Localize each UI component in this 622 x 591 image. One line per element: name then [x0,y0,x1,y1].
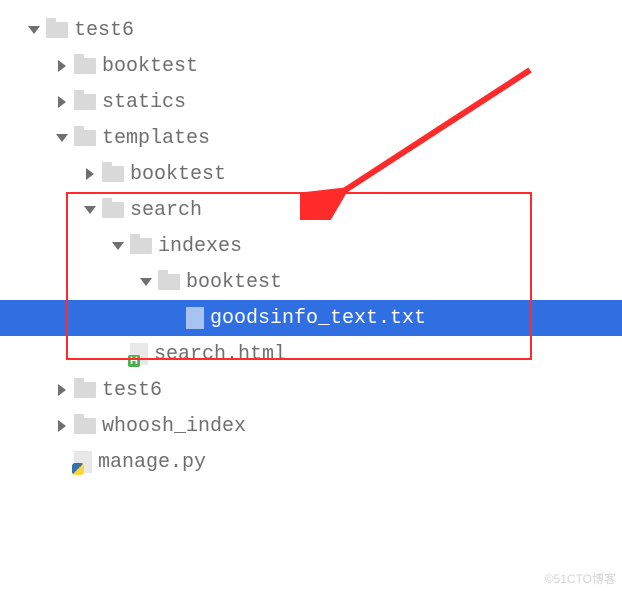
text-file-icon [186,307,204,329]
chevron-right-icon[interactable] [58,420,66,432]
file-label: manage.py [98,451,206,474]
chevron-down-icon[interactable] [140,278,152,286]
folder-label: booktest [130,163,226,186]
chevron-down-icon[interactable] [28,26,40,34]
folder-label: booktest [186,271,282,294]
folder-icon [74,58,96,74]
file-label: search.html [154,343,286,366]
folder-icon [74,418,96,434]
file-tree: test6 booktest statics templates booktes… [0,0,622,480]
chevron-down-icon[interactable] [84,206,96,214]
tree-row[interactable]: booktest [0,156,622,192]
chevron-right-icon[interactable] [58,96,66,108]
folder-label: whoosh_index [102,415,246,438]
python-file-icon [74,451,92,473]
tree-row[interactable]: test6 [0,12,622,48]
folder-label: templates [102,127,210,150]
chevron-down-icon[interactable] [112,242,124,250]
chevron-down-icon[interactable] [56,134,68,142]
tree-row[interactable]: statics [0,84,622,120]
folder-label: booktest [102,55,198,78]
folder-label: indexes [158,235,242,258]
folder-icon [102,202,124,218]
folder-label: search [130,199,202,222]
folder-label: test6 [74,19,134,42]
tree-row[interactable]: whoosh_index [0,408,622,444]
folder-label: test6 [102,379,162,402]
folder-icon [130,238,152,254]
folder-icon [74,94,96,110]
chevron-right-icon[interactable] [58,384,66,396]
tree-row[interactable]: search [0,192,622,228]
folder-label: statics [102,91,186,114]
chevron-right-icon[interactable] [58,60,66,72]
folder-icon [74,382,96,398]
folder-icon [158,274,180,290]
watermark: ©51CTO博客 [545,570,616,587]
file-label: goodsinfo_text.txt [210,307,426,330]
tree-row[interactable]: templates [0,120,622,156]
tree-row[interactable]: manage.py [0,444,622,480]
tree-row[interactable]: search.html [0,336,622,372]
tree-row[interactable]: booktest [0,264,622,300]
tree-row[interactable]: test6 [0,372,622,408]
folder-icon [46,22,68,38]
tree-row[interactable]: booktest [0,48,622,84]
tree-row[interactable]: indexes [0,228,622,264]
tree-row-selected[interactable]: goodsinfo_text.txt [0,300,622,336]
folder-icon [74,130,96,146]
folder-icon [102,166,124,182]
html-file-icon [130,343,148,365]
chevron-right-icon[interactable] [86,168,94,180]
